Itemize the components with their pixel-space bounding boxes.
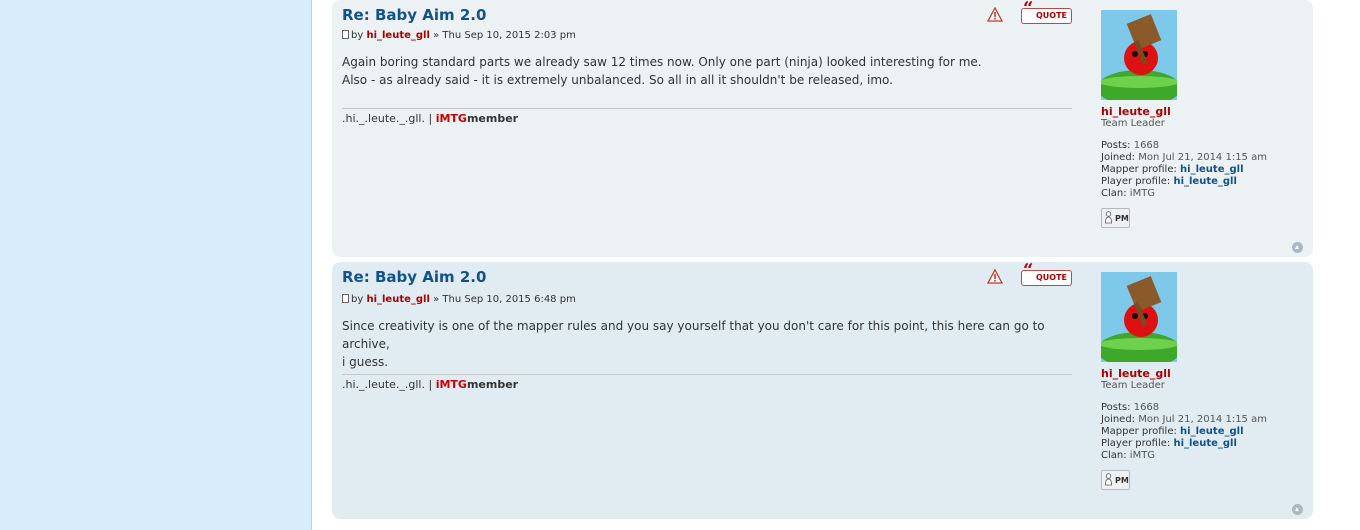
joined-date: Mon Jul 21, 2014 1:15 am bbox=[1138, 414, 1267, 425]
signature-clan: iMTG bbox=[435, 378, 467, 391]
profile-clan: Clan: iMTG bbox=[1101, 450, 1301, 462]
quote-icon: “ bbox=[1023, 0, 1034, 19]
post-text-line: Also - as already said - it is extremely… bbox=[342, 73, 893, 87]
post-profile: hi_leute_gll Team Leader Posts: 1668 Joi… bbox=[1101, 10, 1301, 228]
joined-label: Joined: bbox=[1101, 152, 1136, 163]
posts-count[interactable]: 1668 bbox=[1134, 402, 1159, 413]
quote-label: QUOTE bbox=[1036, 11, 1068, 20]
profile-player: Player profile: hi_leute_gll bbox=[1101, 438, 1301, 450]
post-text-line: Again boring standard parts we already s… bbox=[342, 55, 982, 69]
clan-value: iMTG bbox=[1129, 188, 1156, 199]
profile-username[interactable]: hi_leute_gll bbox=[1101, 368, 1301, 380]
signature: .hi._.leute._.gll. | iMTGmember bbox=[342, 378, 518, 391]
mapper-label: Mapper profile: bbox=[1101, 164, 1177, 175]
post-date: » Thu Sep 10, 2015 2:03 pm bbox=[433, 30, 576, 41]
post-meta: by hi_leute_gll » Thu Sep 10, 2015 2:03 … bbox=[342, 30, 576, 41]
post: Re: Baby Aim 2.0 “ QUOTE by hi_leute_gll… bbox=[332, 0, 1313, 257]
post-author[interactable]: hi_leute_gll bbox=[366, 294, 429, 305]
profile-joined: Joined: Mon Jul 21, 2014 1:15 am bbox=[1101, 152, 1301, 164]
profile-clan: Clan: iMTG bbox=[1101, 188, 1301, 200]
pm-icon bbox=[1105, 211, 1112, 224]
signature-divider bbox=[342, 374, 1072, 375]
quote-button[interactable]: “ QUOTE bbox=[1021, 262, 1073, 286]
pm-label: PM bbox=[1115, 214, 1129, 223]
player-label: Player profile: bbox=[1101, 176, 1171, 187]
signature-member: member bbox=[466, 112, 519, 125]
joined-date: Mon Jul 21, 2014 1:15 am bbox=[1138, 152, 1267, 163]
mapper-link[interactable]: hi_leute_gll bbox=[1180, 164, 1243, 175]
post-profile: hi_leute_gll Team Leader Posts: 1668 Joi… bbox=[1101, 272, 1301, 490]
avatar-image bbox=[1101, 272, 1177, 362]
signature-text: .hi._.leute._.gll. | bbox=[342, 378, 433, 391]
back-to-top-icon[interactable] bbox=[1292, 504, 1303, 515]
mapper-link[interactable]: hi_leute_gll bbox=[1180, 426, 1243, 437]
post-title[interactable]: Re: Baby Aim 2.0 bbox=[342, 268, 486, 286]
pm-button[interactable]: PM bbox=[1101, 208, 1130, 228]
profile-rank: Team Leader bbox=[1101, 118, 1165, 129]
profile-mapper: Mapper profile: hi_leute_gll bbox=[1101, 164, 1301, 176]
profile-username[interactable]: hi_leute_gll bbox=[1101, 106, 1301, 118]
avatar[interactable] bbox=[1101, 272, 1177, 362]
profile-joined: Joined: Mon Jul 21, 2014 1:15 am bbox=[1101, 414, 1301, 426]
post-meta: by hi_leute_gll » Thu Sep 10, 2015 6:48 … bbox=[342, 294, 576, 305]
pm-label: PM bbox=[1115, 476, 1129, 485]
post-text-line: i guess. bbox=[342, 355, 389, 369]
profile-player: Player profile: hi_leute_gll bbox=[1101, 176, 1301, 188]
by-label: by bbox=[351, 30, 364, 41]
signature-divider bbox=[342, 108, 1072, 109]
profile-mapper: Mapper profile: hi_leute_gll bbox=[1101, 426, 1301, 438]
joined-label: Joined: bbox=[1101, 414, 1136, 425]
report-icon[interactable] bbox=[987, 7, 1003, 22]
report-icon[interactable] bbox=[987, 269, 1003, 284]
left-sidebar bbox=[0, 0, 312, 530]
avatar-image bbox=[1101, 10, 1177, 100]
profile-posts: Posts: 1668 bbox=[1101, 402, 1301, 414]
profile-posts: Posts: 1668 bbox=[1101, 140, 1301, 152]
clan-value: iMTG bbox=[1129, 450, 1156, 461]
quote-label: QUOTE bbox=[1036, 273, 1068, 282]
posts-count[interactable]: 1668 bbox=[1134, 140, 1159, 151]
post: Re: Baby Aim 2.0 “ QUOTE by hi_leute_gll… bbox=[332, 262, 1313, 519]
player-link[interactable]: hi_leute_gll bbox=[1173, 176, 1236, 187]
signature-clan: iMTG bbox=[435, 112, 467, 125]
quote-icon: “ bbox=[1023, 260, 1034, 281]
pm-icon bbox=[1105, 473, 1112, 486]
mapper-label: Mapper profile: bbox=[1101, 426, 1177, 437]
by-label: by bbox=[351, 294, 364, 305]
profile-rank: Team Leader bbox=[1101, 380, 1165, 391]
post-author[interactable]: hi_leute_gll bbox=[366, 30, 429, 41]
clan-label: Clan: bbox=[1101, 188, 1127, 199]
signature-member: member bbox=[466, 378, 519, 391]
post-content: Again boring standard parts we already s… bbox=[342, 53, 1080, 89]
posts-label: Posts: bbox=[1101, 140, 1131, 151]
quote-button[interactable]: “ QUOTE bbox=[1021, 0, 1073, 24]
avatar[interactable] bbox=[1101, 10, 1177, 100]
back-to-top-icon[interactable] bbox=[1292, 242, 1303, 253]
posts-label: Posts: bbox=[1101, 402, 1131, 413]
post-title[interactable]: Re: Baby Aim 2.0 bbox=[342, 6, 486, 24]
pm-button[interactable]: PM bbox=[1101, 470, 1130, 490]
post-content: Since creativity is one of the mapper ru… bbox=[342, 317, 1080, 371]
signature-text: .hi._.leute._.gll. | bbox=[342, 112, 433, 125]
post-icon[interactable] bbox=[342, 294, 349, 303]
signature: .hi._.leute._.gll. | iMTGmember bbox=[342, 112, 518, 125]
player-label: Player profile: bbox=[1101, 438, 1171, 449]
post-icon[interactable] bbox=[342, 30, 349, 39]
player-link[interactable]: hi_leute_gll bbox=[1173, 438, 1236, 449]
post-text-line: Since creativity is one of the mapper ru… bbox=[342, 319, 1045, 351]
post-date: » Thu Sep 10, 2015 6:48 pm bbox=[433, 294, 576, 305]
clan-label: Clan: bbox=[1101, 450, 1127, 461]
